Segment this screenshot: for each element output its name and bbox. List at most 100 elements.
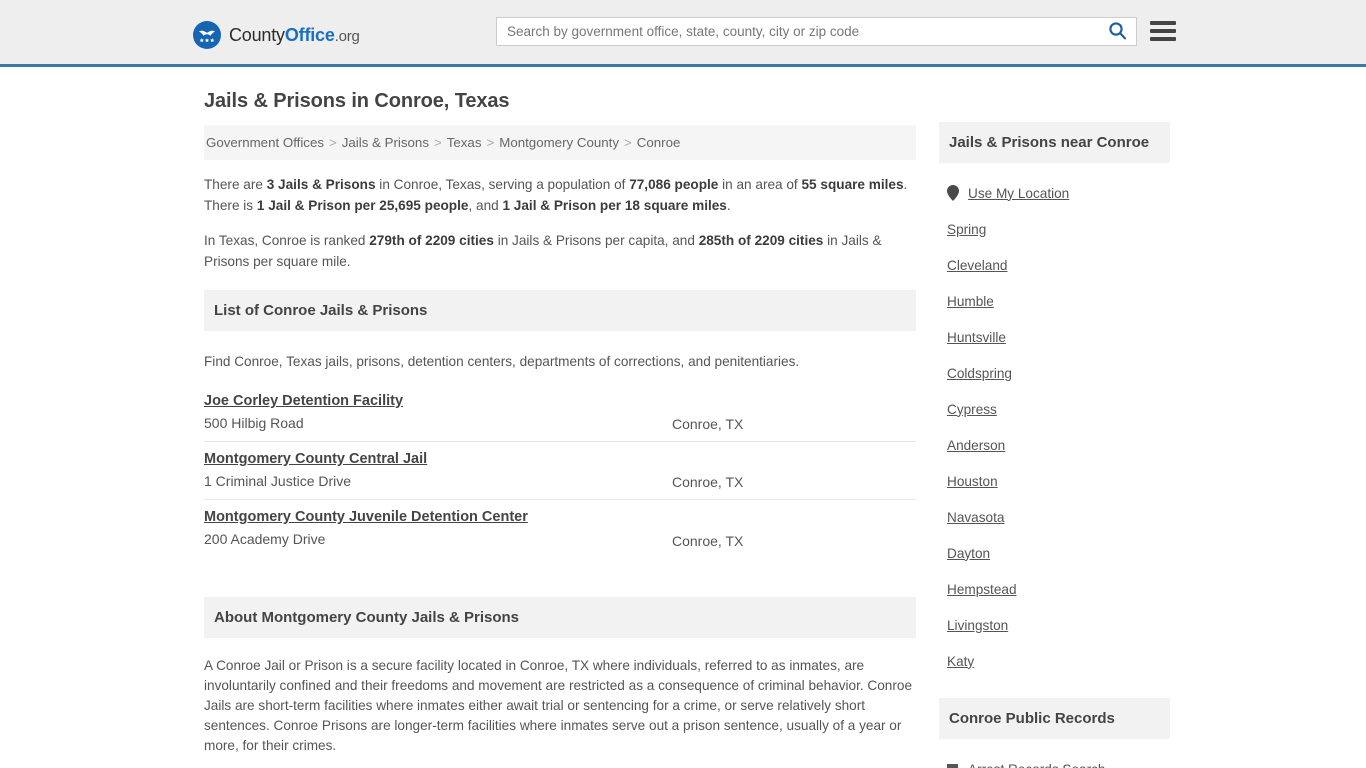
- nearby-city-row[interactable]: Anderson: [947, 427, 1170, 463]
- about-section-header: About Montgomery County Jails & Prisons: [204, 597, 916, 638]
- stats-text: in an area of: [718, 177, 802, 192]
- list-section-description: Find Conroe, Texas jails, prisons, deten…: [204, 354, 800, 369]
- countyoffice-eagle-logo-icon: [192, 20, 222, 50]
- rank-text: in Jails & Prisons per capita, and: [493, 233, 699, 248]
- stats-text: .: [726, 198, 731, 213]
- search-submit-button[interactable]: [1098, 18, 1136, 45]
- hamburger-bar-3: [1150, 37, 1176, 41]
- nearby-city-link-cleveland[interactable]: Cleveland: [947, 258, 1007, 273]
- nearby-city-link-katy[interactable]: Katy: [947, 654, 974, 669]
- breadcrumb-item-government-offices[interactable]: Government Offices: [206, 135, 324, 150]
- stats-paragraph-2: In Texas, Conroe is ranked 279th of 2209…: [204, 230, 916, 272]
- stats-per-square-mile: 1 Jail & Prison per 18 square miles: [502, 198, 727, 213]
- nearby-city-row[interactable]: Humble: [947, 283, 1170, 319]
- facility-name-link[interactable]: Joe Corley Detention Facility: [204, 393, 403, 409]
- nearby-city-row[interactable]: Houston: [947, 463, 1170, 499]
- map-pin-icon: [947, 185, 959, 201]
- hamburger-bar-2: [1150, 29, 1176, 33]
- nearby-city-link-spring[interactable]: Spring: [947, 222, 986, 237]
- brand-part-office: Office: [284, 24, 335, 45]
- nearby-section-title: Jails & Prisons near Conroe: [949, 134, 1150, 151]
- about-paragraph: A Conroe Jail or Prison is a secure faci…: [204, 658, 913, 753]
- public-records-row[interactable]: Arrest Records Search: [947, 751, 1170, 768]
- breadcrumb-separator: >: [433, 135, 442, 150]
- facility-city: Conroe, TX: [672, 474, 744, 490]
- search-input[interactable]: [497, 18, 1098, 45]
- nearby-city-row[interactable]: Dayton: [947, 535, 1170, 571]
- list-section-title: List of Conroe Jails & Prisons: [214, 302, 428, 319]
- search-bar: [496, 17, 1137, 46]
- stats-paragraph-1: There are 3 Jails & Prisons in Conroe, T…: [204, 174, 916, 216]
- about-section-body: A Conroe Jail or Prison is a secure faci…: [204, 656, 916, 768]
- rank-per-capita: 279th of 2209 cities: [369, 233, 494, 248]
- facility-row: Montgomery County Juvenile Detention Cen…: [204, 500, 916, 558]
- intro-statistics: There are 3 Jails & Prisons in Conroe, T…: [204, 174, 916, 272]
- nearby-city-link-navasota[interactable]: Navasota: [947, 510, 1004, 525]
- stats-text: in Conroe, Texas, serving a population o…: [375, 177, 630, 192]
- nearby-city-row[interactable]: Hempstead: [947, 571, 1170, 607]
- breadcrumb: Government Offices > Jails & Prisons > Texas…: [204, 125, 916, 160]
- rank-text: In Texas, Conroe is ranked: [204, 233, 370, 248]
- nearby-city-row[interactable]: Spring: [947, 211, 1170, 247]
- facility-row: Montgomery County Central Jail 1 Crimina…: [204, 442, 916, 500]
- nearby-city-link-houston[interactable]: Houston: [947, 474, 998, 489]
- breadcrumb-separator: >: [486, 135, 495, 150]
- nearby-city-link-humble[interactable]: Humble: [947, 294, 994, 309]
- stats-text: There are: [204, 177, 267, 192]
- public-records-section: Conroe Public Records Arrest Records Sea…: [939, 698, 1170, 768]
- site-logo-link[interactable]: CountyOffice.org: [192, 20, 360, 50]
- use-my-location-row[interactable]: Use My Location: [947, 175, 1170, 211]
- stats-area: 55 square miles: [801, 177, 904, 192]
- stats-text: , and: [468, 198, 503, 213]
- search-icon: [1108, 21, 1127, 43]
- hamburger-menu-button[interactable]: [1150, 19, 1176, 43]
- nearby-city-row[interactable]: Cypress: [947, 391, 1170, 427]
- breadcrumb-item-texas[interactable]: Texas: [447, 135, 482, 150]
- nearby-city-row[interactable]: Katy: [947, 643, 1170, 679]
- rank-per-square-mile: 285th of 2209 cities: [698, 233, 824, 248]
- about-section-title: About Montgomery County Jails & Prisons: [214, 609, 520, 626]
- facility-list: Joe Corley Detention Facility 500 Hilbig…: [204, 384, 916, 558]
- stats-count-facilities: 3 Jails & Prisons: [266, 177, 376, 192]
- facility-name-link[interactable]: Montgomery County Juvenile Detention Cen…: [204, 509, 528, 525]
- public-records-links-list: Arrest Records Search: [939, 739, 1170, 768]
- nearby-city-row[interactable]: Huntsville: [947, 319, 1170, 355]
- document-square-icon: [947, 763, 958, 768]
- stats-per-capita: 1 Jail & Prison per 25,695 people: [256, 198, 469, 213]
- nearby-city-row[interactable]: Cleveland: [947, 247, 1170, 283]
- facility-address: 500 Hilbig Road: [204, 415, 304, 431]
- breadcrumb-separator: >: [623, 135, 632, 150]
- nearby-city-row[interactable]: Livingston: [947, 607, 1170, 643]
- nearby-city-link-cypress[interactable]: Cypress: [947, 402, 997, 417]
- public-records-title: Conroe Public Records: [949, 710, 1115, 727]
- nearby-city-row[interactable]: Navasota: [947, 499, 1170, 535]
- nearby-city-link-hempstead[interactable]: Hempstead: [947, 582, 1017, 597]
- brand-part-org: .org: [334, 27, 360, 45]
- list-section-header: List of Conroe Jails & Prisons: [204, 290, 916, 331]
- stats-population: 77,086 people: [629, 177, 719, 192]
- facility-name-link[interactable]: Montgomery County Central Jail: [204, 451, 427, 467]
- nearby-city-link-livingston[interactable]: Livingston: [947, 618, 1008, 633]
- site-header: CountyOffice.org: [0, 0, 1366, 67]
- facility-city: Conroe, TX: [672, 416, 744, 432]
- nearby-city-link-coldspring[interactable]: Coldspring: [947, 366, 1012, 381]
- nearby-city-link-dayton[interactable]: Dayton: [947, 546, 990, 561]
- breadcrumb-item-jails-prisons[interactable]: Jails & Prisons: [342, 135, 429, 150]
- main-content-column: Jails & Prisons in Conroe, Texas Governm…: [204, 90, 916, 768]
- facility-address: 1 Criminal Justice Drive: [204, 473, 352, 489]
- hamburger-bar-1: [1150, 21, 1176, 25]
- public-records-header: Conroe Public Records: [939, 698, 1170, 739]
- facility-row: Joe Corley Detention Facility 500 Hilbig…: [204, 384, 916, 442]
- brand-part-county: County: [229, 24, 285, 45]
- breadcrumb-item-montgomery-county[interactable]: Montgomery County: [499, 135, 619, 150]
- use-my-location-link[interactable]: Use My Location: [968, 186, 1069, 201]
- brand-wordmark: CountyOffice.org: [229, 25, 360, 46]
- facility-address: 200 Academy Drive: [204, 531, 326, 547]
- nearby-city-row[interactable]: Coldspring: [947, 355, 1170, 391]
- nearby-city-link-anderson[interactable]: Anderson: [947, 438, 1005, 453]
- breadcrumb-separator: >: [329, 135, 337, 150]
- facility-city: Conroe, TX: [672, 533, 744, 549]
- nearby-city-link-huntsville[interactable]: Huntsville: [947, 330, 1006, 345]
- breadcrumb-item-conroe[interactable]: Conroe: [637, 135, 681, 150]
- arrest-records-search-link[interactable]: Arrest Records Search: [968, 762, 1106, 768]
